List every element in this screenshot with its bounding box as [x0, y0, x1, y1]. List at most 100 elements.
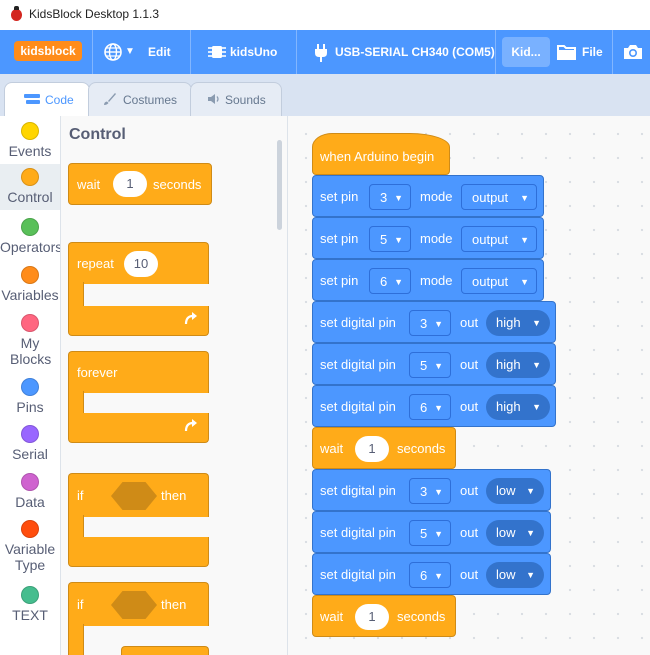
pin-dropdown[interactable]: 6 ▼ [409, 562, 451, 588]
c-block-foot [68, 306, 209, 336]
block-text: set digital pin [320, 525, 396, 540]
when-arduino-begin-block[interactable]: when Arduino begin [312, 133, 450, 175]
set-pin-mode-block[interactable]: set pin 3 ▼ mode output ▼ [312, 175, 544, 217]
c-block-arm [68, 282, 84, 308]
category-text[interactable]: TEXT [0, 586, 60, 626]
set-digital-pin-block[interactable]: set digital pin 6 ▼ out low ▼ [312, 553, 551, 595]
mode-dropdown[interactable]: output ▼ [461, 184, 537, 210]
block-text: then [161, 488, 187, 503]
camera-icon[interactable] [623, 42, 643, 62]
dropdown-value: 3 [380, 190, 388, 205]
category-variables[interactable]: Variables [0, 266, 60, 306]
category-color-dot [21, 266, 39, 284]
block-text: set digital pin [320, 399, 396, 414]
number-input[interactable]: 1 [355, 604, 389, 630]
chevron-down-icon: ▼ [394, 277, 403, 287]
block-text: if [77, 597, 84, 612]
palette-wait-block[interactable]: wait 1 seconds [68, 163, 212, 205]
pin-dropdown[interactable]: 5 ▼ [369, 226, 411, 252]
number-input[interactable]: 1 [355, 436, 389, 462]
block-palette-flyout: Control wait 1 seconds repeat 10 forever [61, 116, 288, 655]
set-pin-mode-block[interactable]: set pin 6 ▼ mode output ▼ [312, 259, 544, 301]
set-digital-pin-block[interactable]: set digital pin 3 ▼ out high ▼ [312, 301, 556, 343]
kidsblock-logo[interactable]: kidsblock [14, 41, 82, 61]
mode-dropdown[interactable]: output ▼ [461, 268, 537, 294]
mode-dropdown[interactable]: output ▼ [461, 226, 537, 252]
tab-code[interactable]: Code [4, 82, 90, 118]
pin-dropdown[interactable]: 6 ▼ [369, 268, 411, 294]
usb-plug-icon [315, 44, 327, 62]
level-dropdown[interactable]: low ▼ [486, 520, 544, 546]
pin-dropdown[interactable]: 5 ▼ [409, 352, 451, 378]
edit-menu[interactable]: Edit [148, 42, 171, 62]
chevron-down-icon: ▼ [526, 570, 535, 580]
set-digital-pin-block[interactable]: set digital pin 3 ▼ out low ▼ [312, 469, 551, 511]
window-title: KidsBlock Desktop 1.1.3 [29, 7, 160, 21]
wait-seconds-block[interactable]: wait 1 seconds [312, 427, 456, 469]
palette-heading: Control [69, 126, 126, 143]
category-variable-type[interactable]: Variable Type [0, 520, 60, 574]
level-dropdown[interactable]: high ▼ [486, 310, 550, 336]
chevron-down-icon: ▼ [532, 402, 541, 412]
palette-forever-block[interactable]: forever [68, 351, 209, 393]
pin-dropdown[interactable]: 6 ▼ [409, 394, 451, 420]
dropdown-value: 6 [420, 400, 428, 415]
level-dropdown[interactable]: high ▼ [486, 352, 550, 378]
c-block-foot [68, 537, 209, 567]
palette-scrollbar[interactable] [277, 140, 282, 230]
script-canvas[interactable]: when Arduino begin set pin 3 ▼ mode outpu… [288, 116, 650, 655]
category-label: My Blocks [10, 335, 52, 367]
tab-sounds[interactable]: Sounds [190, 82, 282, 117]
tab-costumes[interactable]: Costumes [88, 82, 192, 117]
code-icon [24, 94, 40, 104]
category-color-dot [21, 314, 39, 332]
level-dropdown[interactable]: high ▼ [486, 394, 550, 420]
level-dropdown[interactable]: low ▼ [486, 562, 544, 588]
boolean-input-slot[interactable] [111, 482, 157, 510]
wait-seconds-block[interactable]: wait 1 seconds [312, 595, 456, 637]
number-input[interactable]: 10 [124, 251, 158, 277]
palette-if-then-block[interactable]: if then [68, 473, 209, 517]
block-text: repeat [77, 256, 114, 271]
category-color-dot [21, 586, 39, 604]
code-workarea: Events Control Operators Variables My Bl… [0, 116, 650, 655]
category-control[interactable]: Control [0, 164, 60, 210]
set-digital-pin-block[interactable]: set digital pin 6 ▼ out high ▼ [312, 385, 556, 427]
palette-repeat-block[interactable]: repeat 10 [68, 242, 209, 284]
dropdown-value: high [496, 315, 521, 330]
category-my-blocks[interactable]: My Blocks [0, 314, 60, 367]
category-label: Operators [0, 239, 60, 255]
set-pin-mode-block[interactable]: set pin 5 ▼ mode output ▼ [312, 217, 544, 259]
block-text: out [460, 525, 479, 540]
kidsblock-app-icon [11, 6, 22, 21]
pin-dropdown[interactable]: 3 ▼ [409, 478, 451, 504]
tab-label: Code [45, 93, 74, 107]
pin-dropdown[interactable]: 3 ▼ [369, 184, 411, 210]
menu-divider [92, 30, 93, 74]
set-digital-pin-block[interactable]: set digital pin 5 ▼ out low ▼ [312, 511, 551, 553]
dropdown-value: low [496, 567, 516, 582]
project-title-field[interactable]: Kid... [502, 37, 550, 67]
folder-icon [557, 45, 576, 60]
pin-dropdown[interactable]: 3 ▼ [409, 310, 451, 336]
set-digital-pin-block[interactable]: set digital pin 5 ▼ out high ▼ [312, 343, 556, 385]
block-text: mode [420, 231, 453, 246]
chevron-down-icon: ▼ [434, 403, 443, 413]
dropdown-value: output [472, 190, 509, 205]
category-operators[interactable]: Operators [0, 218, 60, 258]
category-label: Events [8, 143, 52, 159]
pin-dropdown[interactable]: 5 ▼ [409, 520, 451, 546]
category-events[interactable]: Events [0, 122, 60, 162]
level-dropdown[interactable]: low ▼ [486, 478, 544, 504]
category-data[interactable]: Data [0, 473, 60, 513]
category-serial[interactable]: Serial [0, 425, 60, 465]
palette-if-then-block[interactable]: if then [68, 582, 209, 626]
boolean-input-slot[interactable] [111, 591, 157, 619]
dropdown-value: low [496, 525, 516, 540]
loop-arrow-icon [184, 419, 197, 432]
chevron-down-icon: ▼ [125, 46, 135, 57]
number-input[interactable]: 1 [113, 171, 147, 197]
port-label: USB-SERIAL CH340 (COM5) [335, 45, 495, 59]
block-text: out [460, 357, 479, 372]
category-pins[interactable]: Pins [0, 378, 60, 418]
